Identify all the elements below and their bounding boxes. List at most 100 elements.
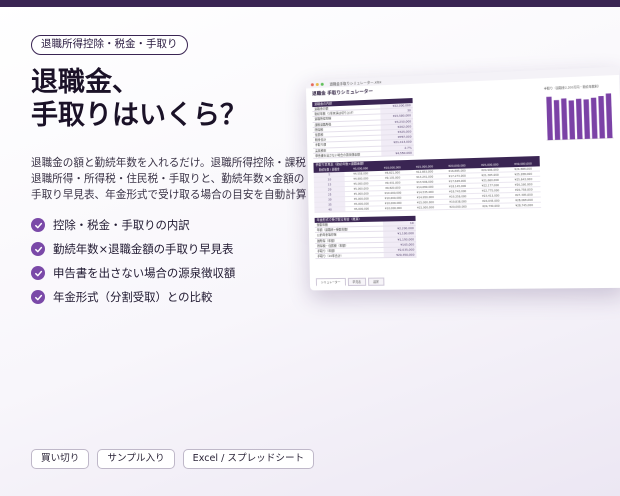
product-tag: 買い切り [31,449,90,469]
row-label: 申告書を出さない場合の源泉徴収額 [315,152,360,158]
row-value: ¥1,100,000 [383,231,416,237]
feature-item: 控除・税金・手取りの内訳 [31,213,235,237]
grid-cell: ¥26,758,000 [514,188,533,192]
maximize-dot-icon [320,82,324,86]
chart-bar [583,99,591,139]
grid-cell: ¥14,080,000 [416,185,434,190]
grid-cell: ¥5,000,000 [353,182,369,186]
grid-cell: ¥18,743,000 [449,190,467,194]
page-headline: 退職金、 手取りはいくら？ [31,66,291,132]
product-tag: Excel / スプレッドシート [182,449,315,469]
check-circle-icon [31,242,45,256]
feature-label: 勤続年数×退職金額の手取り早見表 [53,242,234,256]
chart-bar [605,93,613,139]
chart-plot [544,93,615,145]
spreadsheet-preview: 退職金手取りシミュレーター.xlsx 退職金 手取りシミュレーター 退職金の内訳… [305,66,620,291]
close-dot-icon [310,82,314,86]
grid-cell: ¥25,288,000 [514,172,533,177]
row-value: ¥4,550,000 [381,150,414,156]
grid-cell: ¥17,628,000 [448,179,467,184]
grid-cell: ¥23,413,000 [481,194,500,198]
sheet-row: 手取り（10年合計） ¥20,350,000 [315,252,417,260]
grid-cell: ¥24,045,000 [482,199,500,204]
input-block: 退職金の内訳 退職金の額 ¥22,000,000 勤続年数（1年未満は切り上げ） 30… [312,98,414,159]
sheet-tabs: シミュレーター 早見表 設定 [315,277,384,287]
grid-cell: ¥14,950,000 [416,195,434,200]
quick-table: 手取り早見表（勤続年数×退職金額） 勤続年数 / 退職金 ¥5,000,000 ¥1… [313,156,542,213]
grid-cell: 15 [313,182,346,187]
check-circle-icon [31,218,45,232]
sheet-tab[interactable]: 設定 [367,277,384,286]
grid-cell: ¥22,775,000 [481,189,500,193]
grid-cell: ¥10,000,000 [384,201,402,206]
grid-cell: ¥22,177,000 [481,184,500,188]
grid-cell: ¥14,535,000 [416,190,434,195]
row-value: ¥165,000 [383,242,417,247]
grid-cell: 35 [314,202,346,207]
row-label: 手取り（10年合計） [317,253,344,259]
grid-cell: ¥19,838,000 [449,200,467,204]
takehome-chart: 手取り（退職金2,200万円・勤続年数別） [544,84,615,147]
feature-label: 年金形式（分割受取）との比較 [53,290,213,304]
grid-cell: ¥28,068,000 [515,198,533,203]
grid-cell: ¥25,643,000 [514,178,533,182]
grid-cell: ¥10,000,000 [384,191,402,196]
category-badge: 退職所得控除・税金・手取り [31,35,188,55]
grid-cell: ¥5,000,000 [353,197,369,201]
minimize-dot-icon [315,82,319,86]
grid-cell: ¥24,730,000 [482,204,500,209]
grid-cell: 20 [313,187,346,192]
grid-cell: ¥18,145,000 [448,184,467,189]
headline-line-2: 手取りはいくら？ [31,100,247,131]
grid-cell: ¥4,800,000 [353,177,369,181]
sheet-tab[interactable]: 早見表 [347,277,367,287]
feature-list: 控除・税金・手取りの内訳勤続年数×退職金額の手取り早見表 申告書を出さない場合の源… [31,213,235,309]
grid-cell: ¥19,356,000 [449,195,467,199]
grid-cell: 30 [314,197,346,202]
feature-item: 勤続年数×退職金額の手取り早見表 [31,237,235,261]
chart-bar [561,98,568,140]
chart-bar [546,96,553,141]
grid-cell: ¥5,000,000 [353,202,369,206]
grid-cell: ¥5,000,000 [354,207,370,212]
spreadsheet-window: 退職金手取りシミュレーター.xlsx 退職金 手取りシミュレーター 退職金の内訳… [305,66,620,291]
row-value: ¥2,035,000 [383,247,417,253]
grid-cell: ¥26,160,000 [514,183,533,187]
grid-cell: ¥9,820,000 [385,186,401,191]
grid-cell: ¥9,135,000 [385,176,401,180]
grid-cell: ¥15,000,000 [416,201,434,205]
product-tag: サンプル入り [97,449,175,469]
grid-cell: ¥28,745,000 [515,203,534,208]
grid-cell: 25 [314,192,346,197]
chart-bar [575,98,583,140]
product-description: 退職金の額と勤続年数を入れるだけ。退職所得控除・課税退職所得・所得税・住民税・手… [31,157,307,201]
grid-cell: ¥10,000,000 [384,206,402,211]
row-value: ¥1,100,000 [383,236,417,242]
sheet-tab[interactable]: シミュレーター [315,277,346,287]
chart-bar [553,100,561,140]
grid-cell: ¥10,000,000 [384,196,402,201]
chart-bar [590,97,598,139]
grid-cell: 40 [314,207,346,212]
chart-bar [598,95,606,139]
chart-bar [568,100,576,140]
feature-item: 申告書を出さない場合の源泉徴収額 [31,261,235,285]
grid-cell: ¥17,273,000 [448,174,466,179]
grid-cell: ¥21,660,000 [481,178,499,183]
check-circle-icon [31,290,45,304]
headline-line-1: 退職金、 [31,67,139,98]
feature-item: 年金形式（分割受取）との比較 [31,285,235,309]
check-circle-icon [31,266,45,280]
grid-cell: ¥13,241,000 [416,175,434,180]
top-accent-bar [0,0,620,7]
row-value: ¥20,350,000 [383,252,417,258]
grid-cell: ¥13,596,000 [416,180,434,185]
feature-label: 控除・税金・手取りの内訳 [53,218,190,232]
feature-label: 申告書を出さない場合の源泉徴収額 [53,266,236,280]
grid-cell: ¥5,000,000 [353,187,369,191]
pension-block: 年金形式で受け取る場合（概算） 受取年数 10 年額（退職金÷受取年数） ¥2,200… [314,215,417,260]
grid-cell: ¥15,000,000 [417,206,435,210]
grid-cell: ¥9,431,000 [385,181,401,185]
row-value: ¥2,200,000 [383,226,416,232]
grid-cell: ¥5,000,000 [353,192,369,196]
